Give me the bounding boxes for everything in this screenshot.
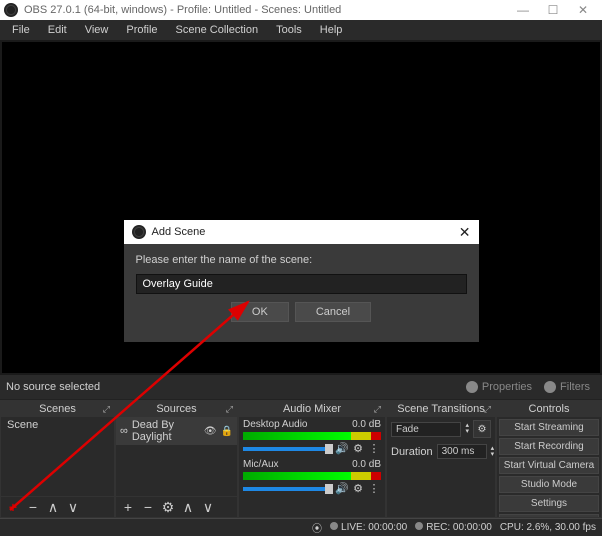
audio-meter: [243, 432, 381, 440]
dialog-prompt: Please enter the name of the scene:: [136, 254, 467, 266]
visibility-icon[interactable]: 👁: [204, 426, 217, 437]
live-indicator: [330, 522, 338, 530]
no-source-label: No source selected: [6, 381, 100, 393]
window-title: OBS 27.0.1 (64-bit, windows) - Profile: …: [24, 4, 508, 16]
popout-icon[interactable]: ⤢: [226, 404, 233, 415]
statusbar: ⦿ LIVE: 00:00:00 REC: 00:00:00 CPU: 2.6%…: [0, 518, 602, 536]
audio-channel-desktop: Desktop Audio 0.0 dB 🔊⚙⋮: [239, 417, 385, 457]
cancel-button[interactable]: Cancel: [295, 302, 371, 322]
popout-icon[interactable]: ⤢: [103, 404, 110, 415]
source-up-button[interactable]: ∧: [180, 499, 196, 515]
dialog-title: Add Scene: [152, 226, 206, 238]
filter-icon: [544, 381, 556, 393]
menu-view[interactable]: View: [77, 22, 117, 38]
sources-toolbar: + − ⚙ ∧ ∨: [116, 496, 237, 517]
audio-channel-mic: Mic/Aux 0.0 dB 🔊⚙⋮: [239, 457, 385, 497]
rec-status: REC: 00:00:00: [426, 522, 492, 533]
properties-button[interactable]: Properties: [460, 379, 538, 395]
add-source-button[interactable]: +: [120, 499, 136, 515]
transition-select[interactable]: Fade: [391, 422, 461, 437]
live-status: LIVE: 00:00:00: [341, 522, 407, 533]
volume-slider[interactable]: [243, 447, 333, 451]
audio-meter: [243, 472, 381, 480]
gear-icon[interactable]: ⚙: [351, 442, 365, 455]
add-scene-button[interactable]: +: [5, 499, 21, 515]
scene-up-button[interactable]: ∧: [45, 499, 61, 515]
menu-edit[interactable]: Edit: [40, 22, 75, 38]
sources-header: Sources⤢: [116, 401, 237, 417]
mixer-header: Audio Mixer⤢: [239, 401, 385, 417]
channel-db: 0.0 dB: [352, 459, 381, 470]
popout-icon[interactable]: ⤢: [484, 404, 491, 415]
controls-dock: Controls Start Streaming Start Recording…: [496, 400, 602, 518]
menubar: File Edit View Profile Scene Collection …: [0, 20, 602, 40]
link-icon: ∞: [120, 425, 128, 437]
network-icon: ⦿: [312, 520, 322, 535]
lock-icon[interactable]: 🔒: [221, 426, 233, 437]
transitions-header: Scene Transitions⤢: [387, 401, 495, 417]
remove-source-button[interactable]: −: [140, 499, 156, 515]
menu-profile[interactable]: Profile: [118, 22, 165, 38]
volume-slider[interactable]: [243, 487, 333, 491]
context-bar: No source selected Properties Filters: [0, 375, 602, 400]
transitions-dock: Scene Transitions⤢ Fade ▴▾ ⚙ Duration ▴▾: [386, 400, 496, 518]
sources-dock: Sources⤢ ∞ Dead By Daylight 👁 🔒 + − ⚙ ∧ …: [115, 400, 238, 518]
gear-icon: [466, 381, 478, 393]
start-virtual-camera-button[interactable]: Start Virtual Camera: [499, 457, 599, 474]
menu-scene-collection[interactable]: Scene Collection: [168, 22, 267, 38]
chevron-down-icon[interactable]: ▾: [491, 452, 495, 458]
duration-input[interactable]: [437, 444, 487, 459]
add-scene-dialog: Add Scene ✕ Please enter the name of the…: [124, 220, 479, 342]
dialog-header: Add Scene ✕: [124, 220, 479, 244]
scenes-toolbar: + − ∧ ∨: [1, 496, 114, 517]
docks-row: Scenes⤢ Scene + − ∧ ∨ Sources⤢ ∞ Dead By…: [0, 400, 602, 518]
window-minimize-button[interactable]: —: [508, 0, 538, 20]
more-icon[interactable]: ⋮: [367, 482, 381, 495]
controls-header: Controls: [497, 401, 601, 417]
gear-icon[interactable]: ⚙: [351, 482, 365, 495]
channel-name: Desktop Audio: [243, 419, 308, 430]
scenes-dock: Scenes⤢ Scene + − ∧ ∨: [0, 400, 115, 518]
scene-name-input[interactable]: [136, 274, 467, 294]
speaker-icon[interactable]: 🔊: [335, 482, 349, 495]
cpu-status: CPU: 2.6%, 30.00 fps: [500, 522, 596, 533]
remove-scene-button[interactable]: −: [25, 499, 41, 515]
source-settings-button[interactable]: ⚙: [160, 499, 176, 515]
source-down-button[interactable]: ∨: [200, 499, 216, 515]
source-item[interactable]: ∞ Dead By Daylight 👁 🔒: [116, 417, 237, 445]
rec-indicator: [415, 522, 423, 530]
exit-button[interactable]: Exit: [499, 514, 599, 517]
transition-settings-button[interactable]: ⚙: [473, 420, 491, 438]
scene-down-button[interactable]: ∨: [65, 499, 81, 515]
more-icon[interactable]: ⋮: [367, 442, 381, 455]
duration-label: Duration: [391, 446, 433, 458]
window-titlebar: OBS 27.0.1 (64-bit, windows) - Profile: …: [0, 0, 602, 20]
menu-help[interactable]: Help: [312, 22, 351, 38]
audio-mixer-dock: Audio Mixer⤢ Desktop Audio0.0 dB 🔊⚙⋮ Mic…: [238, 400, 386, 518]
scene-item[interactable]: Scene: [1, 417, 114, 433]
settings-button[interactable]: Settings: [499, 495, 599, 512]
menu-tools[interactable]: Tools: [268, 22, 310, 38]
start-streaming-button[interactable]: Start Streaming: [499, 419, 599, 436]
speaker-icon[interactable]: 🔊: [335, 442, 349, 455]
source-label: Dead By Daylight: [132, 419, 200, 443]
obs-icon: [132, 225, 146, 239]
channel-db: 0.0 dB: [352, 419, 381, 430]
chevron-down-icon[interactable]: ▾: [465, 429, 469, 435]
popout-icon[interactable]: ⤢: [374, 404, 381, 415]
filters-button[interactable]: Filters: [538, 379, 596, 395]
obs-icon: [4, 3, 18, 17]
scenes-header: Scenes⤢: [1, 401, 114, 417]
window-maximize-button[interactable]: ☐: [538, 0, 568, 20]
close-icon[interactable]: ✕: [459, 224, 471, 241]
ok-button[interactable]: OK: [231, 302, 289, 322]
window-close-button[interactable]: ✕: [568, 0, 598, 20]
studio-mode-button[interactable]: Studio Mode: [499, 476, 599, 493]
menu-file[interactable]: File: [4, 22, 38, 38]
start-recording-button[interactable]: Start Recording: [499, 438, 599, 455]
channel-name: Mic/Aux: [243, 459, 279, 470]
